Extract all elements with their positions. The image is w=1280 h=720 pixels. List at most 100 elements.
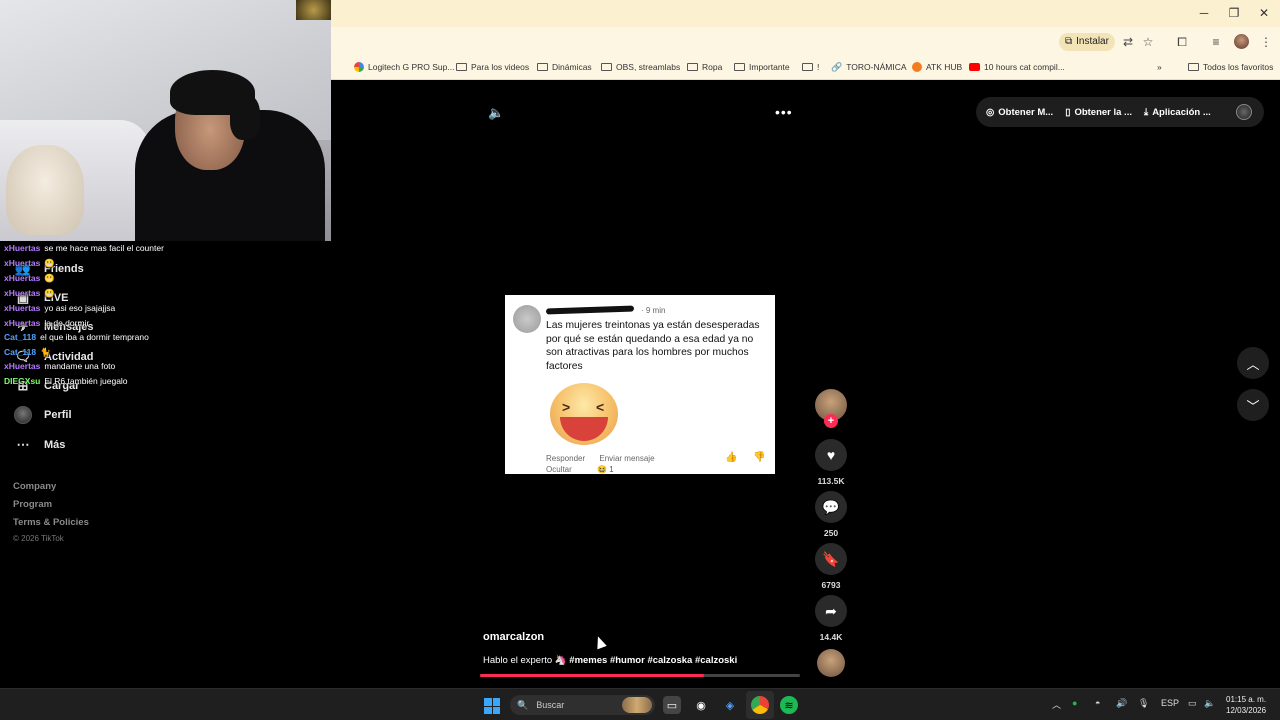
webcam-lamp — [296, 0, 331, 20]
chat-text: 😬 — [44, 273, 55, 283]
chat-username: DIEGXsu — [4, 376, 41, 386]
tray-discord-icon[interactable]: ◓ — [1095, 698, 1100, 708]
thumbs-down-icon: 👎 — [753, 452, 766, 463]
all-bookmarks[interactable]: Todos los favoritos — [1188, 60, 1273, 74]
profile-icon — [14, 406, 32, 424]
chat-message: xHuertas 😬 — [4, 273, 55, 284]
like-count: 113.5K — [817, 476, 845, 486]
chat-message: xHuertas mandame una foto — [4, 361, 115, 371]
youtube-icon — [969, 63, 980, 71]
chat-message: xHuertas la de dormir — [4, 318, 89, 328]
video-hashtags[interactable]: #memes #humor #calzoska #calzoski — [569, 655, 737, 666]
chat-message: xHuertas se me hace mas facil el counter — [4, 243, 164, 253]
get-app-button[interactable]: ▯ Obtener la ... — [1065, 107, 1132, 118]
tray-overflow-icon[interactable]: ︿ — [1052, 698, 1061, 711]
bookmark-item[interactable]: ATK HUB — [912, 60, 962, 74]
footer-link-terms[interactable]: Terms & Policies — [13, 517, 89, 528]
footer-link-company[interactable]: Company — [13, 481, 56, 492]
chrome-icon[interactable] — [751, 696, 769, 714]
tray-sound-icon[interactable]: 🔈 — [1204, 698, 1215, 709]
tray-mic-icon[interactable]: 🎙 — [1138, 698, 1149, 709]
windows-start-icon[interactable] — [484, 698, 500, 714]
user-avatar[interactable] — [1236, 104, 1252, 120]
bookmark-item[interactable]: OBS, streamlabs — [601, 60, 680, 74]
folder-icon — [456, 63, 467, 71]
bookmark-item[interactable]: 🔗 TORO-NÁMICA — [831, 60, 907, 74]
bookmark-item[interactable]: Para los videos — [456, 60, 529, 74]
share-button[interactable]: ➦ — [815, 595, 847, 627]
volume-icon[interactable]: 🔈 — [488, 105, 504, 121]
google-icon — [354, 62, 364, 72]
browser-profile-avatar[interactable] — [1234, 34, 1249, 49]
close-icon[interactable]: ✕ — [1254, 5, 1274, 21]
translate-icon[interactable]: ⇄ — [1120, 34, 1136, 50]
chat-username: Cat_118 — [4, 347, 37, 357]
next-video-button[interactable]: ﹀ — [1237, 389, 1269, 421]
share-icon: ➦ — [825, 602, 837, 619]
bookmark-item[interactable]: Dinámicas — [537, 60, 592, 74]
save-button[interactable]: 🔖 — [815, 543, 847, 575]
chat-text: mandame una foto — [44, 361, 116, 371]
phone-icon: ▯ — [1065, 106, 1071, 118]
bookmarks-overflow-icon[interactable]: » — [1157, 60, 1162, 74]
chat-text: el que iba a dormir temprano — [40, 332, 149, 342]
app-icon[interactable]: ◈ — [721, 696, 739, 714]
chat-message: xHuertas 😬 — [4, 258, 55, 269]
get-coins-button[interactable]: ◎ Obtener M... — [986, 107, 1053, 118]
comment-text: Las mujeres treintonas ya están desesper… — [546, 320, 760, 372]
menu-kebab-icon[interactable]: ⋮ — [1258, 34, 1274, 50]
install-button[interactable]: ⧉ Instalar — [1059, 33, 1115, 51]
bookmark-item[interactable]: Logitech G PRO Sup... — [354, 60, 454, 74]
sidebar-item-profile[interactable]: Perfil — [14, 406, 72, 424]
folder-icon — [1188, 63, 1199, 71]
folder-icon — [537, 63, 548, 71]
video-content[interactable]: · 9 min Las mujeres treintonas ya están … — [505, 295, 775, 474]
windows-taskbar: 🔍 Buscar ▭ ◉ ◈ ≋ ︿ ● ◓ 🔊 🎙 ESP ▭ 🔈 01:15… — [0, 688, 1280, 720]
bookmark-item[interactable]: Ropa — [687, 60, 722, 74]
task-view-icon[interactable]: ▭ — [663, 696, 681, 714]
bookmark-item[interactable]: 10 hours cat compil... — [969, 60, 1065, 74]
minimize-icon[interactable]: ─ — [1194, 5, 1214, 21]
video-progress-bar[interactable] — [480, 674, 800, 677]
follow-plus-icon[interactable]: + — [824, 414, 838, 428]
like-button[interactable]: ♥ — [815, 439, 847, 471]
star-icon[interactable]: ☆ — [1140, 34, 1156, 50]
sidebar-item-more[interactable]: ⋯ Más — [14, 436, 66, 454]
previous-video-button[interactable]: ︿ — [1237, 347, 1269, 379]
tray-network-icon[interactable]: ▭ — [1188, 698, 1197, 709]
taskbar-clock[interactable]: 01:15 a. m. 12/03/2026 — [1226, 694, 1266, 716]
chat-text: 😬 — [44, 288, 55, 298]
link-icon: 🔗 — [831, 61, 843, 72]
restore-icon[interactable]: ❐ — [1224, 5, 1244, 21]
spotify-icon[interactable]: ≋ — [780, 696, 798, 714]
video-author[interactable]: omarcalzon — [483, 631, 544, 643]
language-indicator[interactable]: ESP — [1161, 698, 1179, 708]
taskbar-search[interactable]: 🔍 Buscar — [510, 695, 655, 715]
install-label: Instalar — [1076, 36, 1109, 47]
save-count: 6793 — [821, 580, 841, 590]
chat-username: xHuertas — [4, 258, 41, 268]
bookmark-item[interactable]: ! — [802, 60, 819, 74]
extensions-icon[interactable]: ⧠ — [1174, 34, 1190, 50]
copyright: © 2026 TikTok — [13, 534, 64, 543]
chat-message: xHuertas 😬 — [4, 288, 55, 299]
chat-username: xHuertas — [4, 303, 41, 313]
desktop-app-button[interactable]: ⤓ Aplicación ... — [1144, 107, 1211, 118]
chat-username: xHuertas — [4, 273, 41, 283]
more-icon: ⋯ — [16, 437, 30, 452]
tray-spotify-icon[interactable]: ● — [1072, 698, 1077, 708]
media-icon[interactable]: ≡ — [1208, 34, 1224, 50]
comment-button[interactable]: 💬 — [815, 491, 847, 523]
obs-icon[interactable]: ◉ — [692, 696, 710, 714]
more-options-icon[interactable]: ••• — [775, 104, 793, 120]
folder-icon — [802, 63, 813, 71]
send-message-link: Enviar mensaje — [599, 454, 655, 463]
footer-link-program[interactable]: Program — [13, 499, 52, 510]
reaction-count: 😆 1 — [597, 465, 614, 474]
bookmark-item[interactable]: Importante — [734, 60, 790, 74]
chat-message: Cat_118 el que iba a dormir temprano — [4, 332, 149, 342]
video-description: Hablo el experto 🦄 #memes #humor #calzos… — [483, 655, 738, 666]
music-disc-avatar[interactable] — [817, 649, 845, 677]
tray-volume-icon[interactable]: 🔊 — [1116, 698, 1127, 709]
comment-actions: Responder Enviar mensaje — [546, 454, 655, 463]
